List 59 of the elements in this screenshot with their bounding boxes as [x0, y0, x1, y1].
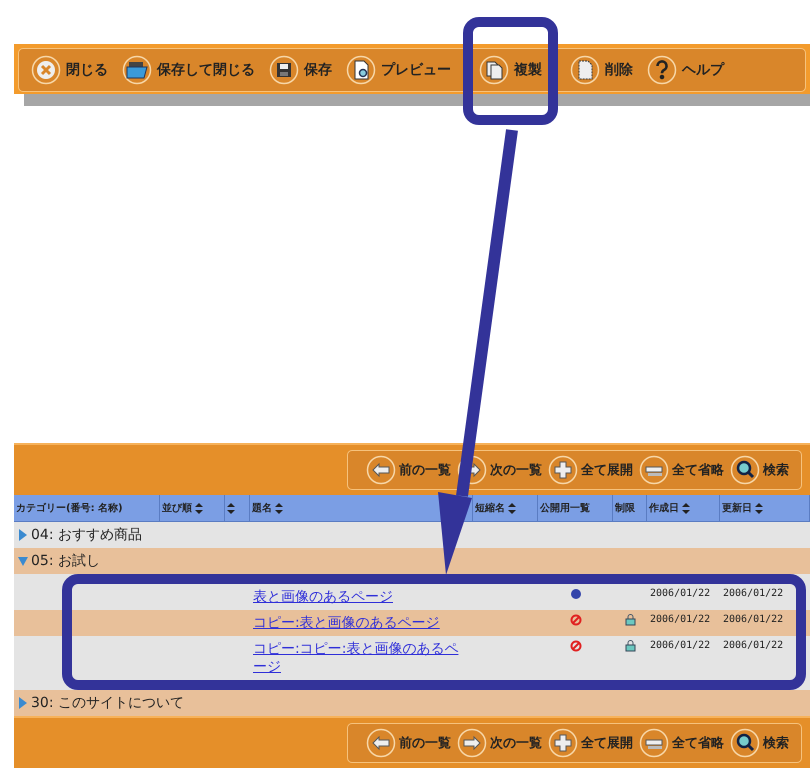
toolbar-button[interactable]: 複製 — [475, 53, 546, 87]
search-icon — [730, 455, 760, 485]
pages-icon — [479, 55, 509, 85]
category-toggle[interactable]: 05: お試し — [18, 552, 100, 570]
toolbar-button[interactable]: 保存 — [265, 53, 336, 87]
page-title-link[interactable]: 表と画像のあるページ — [253, 588, 393, 606]
plus-icon — [548, 728, 578, 758]
category-toggle[interactable]: 04: おすすめ商品 — [18, 526, 142, 544]
sort-icon[interactable] — [682, 502, 690, 514]
sort-icon[interactable] — [275, 502, 283, 514]
toolbar-button[interactable]: ヘルプ — [643, 53, 728, 87]
nav-button[interactable]: 全て展開 — [546, 455, 635, 485]
minus-icon — [639, 455, 669, 485]
nav-button[interactable]: 検索 — [728, 455, 791, 485]
column-header[interactable]: 短縮名 — [473, 495, 538, 521]
page-title-link[interactable]: コピー:表と画像のあるページ — [253, 614, 440, 632]
page-magnifier-icon — [346, 55, 376, 85]
column-header[interactable]: 作成日 — [647, 495, 720, 521]
nav-button[interactable]: 全て省略 — [637, 455, 726, 485]
triangle-down-icon — [18, 555, 28, 567]
updated-date: 2006/01/22 — [723, 588, 784, 599]
sort-icon[interactable] — [755, 502, 763, 514]
toolbar-button[interactable]: プレビュー — [342, 53, 455, 87]
floppy-disk-icon — [269, 55, 299, 85]
column-header[interactable]: 制限 — [613, 495, 647, 521]
minus-icon — [639, 728, 669, 758]
nav-button[interactable]: 次の一覧 — [455, 728, 544, 758]
nav-button[interactable]: 全て省略 — [637, 728, 726, 758]
updated-date: 2006/01/22 — [723, 614, 784, 625]
plus-icon — [548, 455, 578, 485]
column-header[interactable]: 公開用一覧 — [538, 495, 613, 521]
help-icon — [647, 55, 677, 85]
nav-button[interactable]: 前の一覧 — [364, 728, 453, 758]
updated-date: 2006/01/22 — [723, 640, 784, 651]
nav-button[interactable]: 全て展開 — [546, 728, 635, 758]
triangle-right-icon — [18, 697, 28, 709]
close-icon — [31, 55, 61, 85]
column-header[interactable] — [225, 495, 250, 521]
created-date: 2006/01/22 — [650, 640, 710, 651]
column-header[interactable]: カテゴリー(番号: 名称) — [14, 495, 160, 521]
sort-icon[interactable] — [195, 502, 203, 514]
created-date: 2006/01/22 — [650, 588, 710, 599]
toolbar-button[interactable]: 削除 — [566, 53, 637, 87]
dotted-page-icon — [570, 55, 600, 85]
nav-button[interactable]: 前の一覧 — [364, 455, 453, 485]
column-header[interactable]: 更新日 — [720, 495, 810, 521]
created-date: 2006/01/22 — [650, 614, 710, 625]
category-toggle[interactable]: 30: このサイトについて — [18, 694, 184, 712]
sort-icon[interactable] — [227, 502, 235, 514]
nav-button[interactable]: 次の一覧 — [455, 455, 544, 485]
nav-button[interactable]: 検索 — [728, 728, 791, 758]
page-title-link[interactable]: コピー:コピー:表と画像のあるページ — [253, 640, 470, 676]
toolbar-button[interactable]: 閉じる — [27, 53, 112, 87]
folder-disk-icon — [122, 55, 152, 85]
toolbar-button[interactable]: 保存して閉じる — [118, 53, 259, 87]
column-header[interactable]: 並び順 — [160, 495, 225, 521]
triangle-right-icon — [18, 529, 28, 541]
search-icon — [730, 728, 760, 758]
sort-icon[interactable] — [508, 502, 516, 514]
